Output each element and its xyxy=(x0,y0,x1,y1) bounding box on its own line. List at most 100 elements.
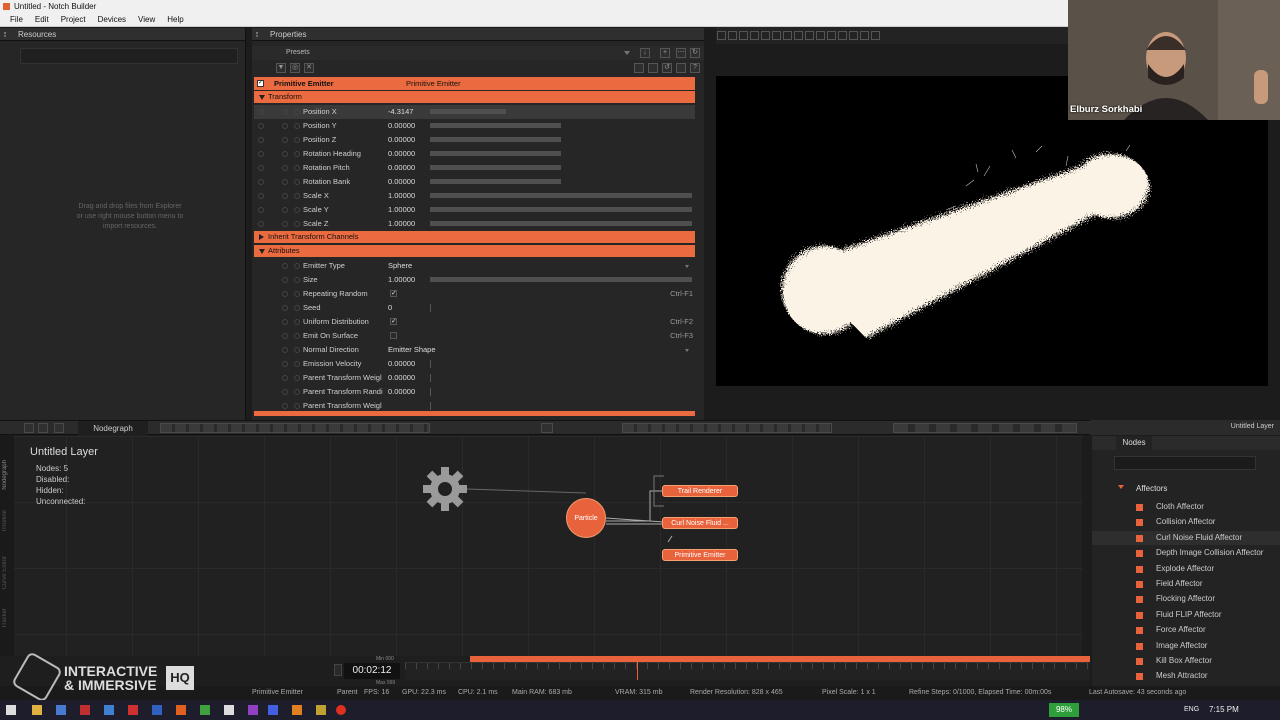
snap-tool-icon[interactable] xyxy=(816,31,825,40)
attribute-row[interactable]: Emitter Type Sphere xyxy=(254,259,695,273)
link-icon[interactable] xyxy=(282,389,288,395)
settings-tool-icon[interactable] xyxy=(871,31,880,40)
menu-help[interactable]: Help xyxy=(161,13,189,27)
layout-icon[interactable] xyxy=(54,423,64,433)
menu-view[interactable]: View xyxy=(132,13,161,27)
affector-item[interactable]: Depth Image Collision Affector xyxy=(1092,546,1280,560)
slider-handle[interactable] xyxy=(430,304,431,312)
add-icon[interactable]: + xyxy=(660,48,670,58)
transform-row[interactable]: Scale Y 1.00000 xyxy=(254,203,695,217)
app-icon[interactable] xyxy=(316,705,326,715)
property-checkbox[interactable]: ✓ xyxy=(390,290,397,297)
expose-icon[interactable] xyxy=(294,333,300,339)
start-icon[interactable] xyxy=(6,705,16,715)
property-checkbox[interactable] xyxy=(390,332,397,339)
menu-edit[interactable]: Edit xyxy=(29,13,55,27)
link-icon[interactable] xyxy=(282,109,288,115)
property-checkbox[interactable]: ✓ xyxy=(390,318,397,325)
expose-icon[interactable] xyxy=(294,123,300,129)
transform-row[interactable]: Rotation Pitch 0.00000 xyxy=(254,161,695,175)
curl-noise-node[interactable]: Curl Noise Fluid ... xyxy=(662,517,738,529)
attribute-row[interactable]: Emit On Surface Ctrl-F3 xyxy=(254,329,695,343)
keyframe-icon[interactable] xyxy=(258,165,264,171)
property-slider[interactable] xyxy=(430,221,692,226)
grid-tool-icon[interactable] xyxy=(794,31,803,40)
section-inherit[interactable]: Inherit Transform Channels xyxy=(254,231,695,243)
chevron-down-icon[interactable] xyxy=(624,51,630,55)
nodes-search-input[interactable] xyxy=(1114,456,1256,470)
grip-icon[interactable] xyxy=(4,32,10,37)
layout-icon[interactable] xyxy=(38,423,48,433)
affector-item[interactable]: Mesh Attractor xyxy=(1092,669,1280,683)
app-icon[interactable] xyxy=(292,705,302,715)
link-icon[interactable] xyxy=(282,375,288,381)
heart-icon[interactable] xyxy=(676,63,686,73)
transform-row[interactable]: Position X -4.3147 xyxy=(254,105,695,119)
playhead[interactable] xyxy=(637,662,638,680)
expose-icon[interactable] xyxy=(294,319,300,325)
expose-icon[interactable] xyxy=(294,221,300,227)
rotate-tool-icon[interactable] xyxy=(728,31,737,40)
transform-row[interactable]: Position Z 0.00000 xyxy=(254,133,695,147)
select-tool-icon[interactable] xyxy=(717,31,726,40)
attribute-row[interactable]: Size 1.00000 xyxy=(254,273,695,287)
download-icon[interactable]: ↓ xyxy=(640,48,650,58)
explorer-icon[interactable] xyxy=(32,705,42,715)
chevron-down-icon[interactable] xyxy=(1118,485,1124,489)
attribute-row[interactable]: Parent Transform Randi 0.00000 xyxy=(254,385,695,399)
tab-nodegraph[interactable]: Nodegraph xyxy=(78,421,148,436)
link-icon[interactable] xyxy=(282,333,288,339)
expose-icon[interactable] xyxy=(294,263,300,269)
nodegraph-canvas[interactable]: Nodegraph Timeline Curve Editor Tracker … xyxy=(0,436,1082,656)
chrome-icon[interactable] xyxy=(200,705,210,715)
property-value[interactable]: 1.00000 xyxy=(388,217,415,231)
category-affectors[interactable]: Affectors xyxy=(1136,484,1167,493)
property-value[interactable]: 0.00000 xyxy=(388,175,415,189)
expose-icon[interactable] xyxy=(294,375,300,381)
undo-icon[interactable]: ↺ xyxy=(662,63,672,73)
presets-bar[interactable]: Presets ↓ + ⋯ ↻ xyxy=(252,46,704,60)
timeline-ruler[interactable] xyxy=(405,662,1090,680)
slider-handle[interactable] xyxy=(430,360,431,368)
affector-item[interactable]: Field Affector xyxy=(1092,577,1280,591)
expose-icon[interactable] xyxy=(294,389,300,395)
keyframe-icon[interactable] xyxy=(258,221,264,227)
close-icon[interactable]: ✕ xyxy=(304,63,314,73)
gear-icon[interactable] xyxy=(541,423,553,433)
section-transform[interactable]: Transform xyxy=(254,91,695,103)
gizmo-tool-icon[interactable] xyxy=(805,31,814,40)
attribute-row[interactable]: Parent Transform Weigl 0.00000 xyxy=(254,371,695,385)
property-select[interactable]: Emitter Shape xyxy=(388,343,436,357)
affector-item[interactable]: Image Affector xyxy=(1092,639,1280,653)
menu-project[interactable]: Project xyxy=(55,13,92,27)
menu-devices[interactable]: Devices xyxy=(92,13,132,27)
expose-icon[interactable] xyxy=(294,151,300,157)
affector-item[interactable]: Collision Affector xyxy=(1092,515,1280,529)
particle-node[interactable]: Particle xyxy=(566,498,606,538)
app-icon[interactable] xyxy=(80,705,90,715)
transform-row[interactable]: Position Y 0.00000 xyxy=(254,119,695,133)
stats-tool-icon[interactable] xyxy=(849,31,858,40)
play-icon[interactable] xyxy=(334,664,342,676)
property-value[interactable]: -4.3147 xyxy=(388,105,413,119)
slider-handle[interactable] xyxy=(430,388,431,396)
keyframe-icon[interactable] xyxy=(258,123,264,129)
link-icon[interactable] xyxy=(282,403,288,409)
expose-icon[interactable] xyxy=(294,137,300,143)
canvas-view-controls[interactable] xyxy=(980,454,1050,464)
link-icon[interactable] xyxy=(282,221,288,227)
help-icon[interactable]: ? xyxy=(690,63,700,73)
property-slider[interactable] xyxy=(430,207,692,212)
paste-icon[interactable] xyxy=(648,63,658,73)
property-value[interactable]: 0.00000 xyxy=(388,385,415,399)
expose-icon[interactable] xyxy=(294,179,300,185)
menu-file[interactable]: File xyxy=(0,13,29,27)
app-icon[interactable] xyxy=(268,705,278,715)
copy-icon[interactable] xyxy=(634,63,644,73)
keyframe-icon[interactable] xyxy=(258,109,264,115)
node-header-row[interactable]: ✓ Primitive Emitter Primitive Emitter xyxy=(254,77,695,90)
app-icon[interactable] xyxy=(248,705,258,715)
affector-item[interactable]: Curl Noise Fluid Affector xyxy=(1092,531,1280,545)
property-select[interactable]: Sphere xyxy=(388,259,412,273)
transform-row[interactable]: Scale Z 1.00000 xyxy=(254,217,695,231)
